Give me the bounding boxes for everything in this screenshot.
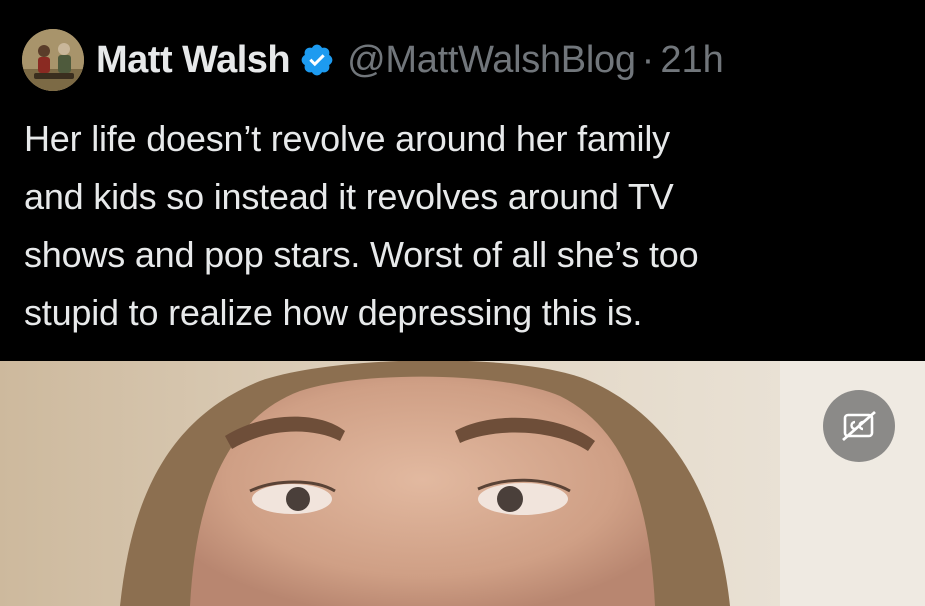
video-media[interactable]	[0, 361, 925, 606]
avatar[interactable]	[22, 29, 84, 91]
captions-toggle-button[interactable]	[823, 390, 895, 462]
tweet-card[interactable]: Matt Walsh @MattWalshBlog · 21h Her life…	[0, 0, 925, 606]
author-display-name[interactable]: Matt Walsh	[96, 39, 291, 82]
verified-badge-icon	[299, 42, 335, 78]
video-frame	[0, 361, 925, 606]
tweet-header: Matt Walsh @MattWalshBlog · 21h	[22, 28, 724, 92]
avatar-photo	[22, 29, 84, 91]
tweet-timestamp[interactable]: 21h	[660, 39, 723, 82]
captions-off-icon	[842, 410, 876, 442]
separator-dot: ·	[641, 38, 655, 81]
author-handle[interactable]: @MattWalshBlog	[347, 39, 636, 82]
tweet-text: Her life doesn’t revolve around her fami…	[24, 118, 699, 333]
